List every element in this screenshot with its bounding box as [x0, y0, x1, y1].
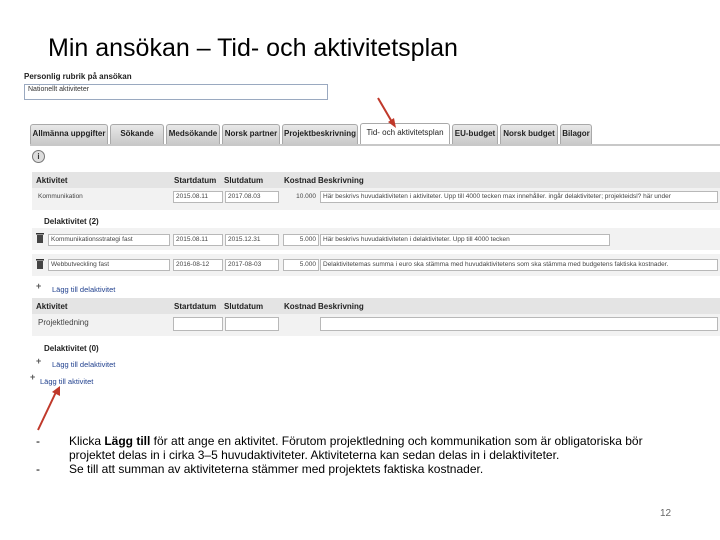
subactivity-header: Delaktivitet (0) [44, 344, 99, 353]
activity-start-input[interactable]: 2015.08.11 [173, 191, 223, 203]
plus-icon[interactable]: + [36, 281, 41, 291]
pointer-arrow-icon [377, 97, 396, 128]
activity-end-input[interactable]: 2017.08.03 [225, 191, 279, 203]
col-beskrivning: Beskrivning [318, 176, 364, 185]
tab-projektbeskrivning[interactable]: Projektbeskrivning [282, 124, 358, 144]
tab-medsokande[interactable]: Medsökande [166, 124, 220, 144]
personal-heading-label: Personlig rubrik på ansökan [24, 72, 132, 81]
instruction-item: - Klicka Lägg till för att ange en aktiv… [36, 434, 643, 462]
instruction-list: - Klicka Lägg till för att ange en aktiv… [36, 434, 676, 476]
activity-name[interactable]: Kommunikation [35, 191, 171, 203]
subactivity-start-input[interactable]: 2015.08.11 [173, 234, 223, 246]
info-icon[interactable]: i [32, 150, 45, 163]
tab-eu-budget[interactable]: EU-budget [452, 124, 498, 144]
trash-icon[interactable] [36, 233, 44, 243]
slide-title: Min ansökan – Tid- och aktivitetsplan [48, 34, 458, 62]
activity-cost: 10.000 [296, 193, 316, 200]
subactivity-name-input[interactable]: Webbutveckling fast [48, 259, 170, 271]
plus-icon[interactable]: + [36, 356, 41, 366]
subactivity-header: Delaktivitet (2) [44, 217, 99, 226]
col-slutdatum: Slutdatum [224, 176, 264, 185]
personal-heading-input[interactable]: Nationellt aktiviteter [24, 84, 328, 100]
col-startdatum: Startdatum [174, 176, 217, 185]
tab-allmanna-uppgifter[interactable]: Allmänna uppgifter [30, 124, 108, 144]
instruction-item: - Se till att summan av aktiviteterna st… [36, 462, 484, 476]
subactivity-name-input[interactable]: Kommunikationsstrategi fast [48, 234, 170, 246]
col-beskrivning: Beskrivning [318, 302, 364, 311]
activity-name[interactable]: Projektledning [35, 317, 171, 329]
activity-description-input[interactable]: Här beskrivs huvudaktiviteten i aktivite… [320, 191, 718, 203]
subactivity-description-input[interactable]: Här beskrivs huvudaktiviteten i delaktiv… [320, 234, 610, 246]
col-kostnad: Kostnad [284, 302, 316, 311]
subactivity-description-input[interactable]: Delaktivitetemas summa i euro ska stämma… [320, 259, 718, 271]
activity-header-row: Aktivitet Startdatum Slutdatum Kostnad B… [32, 172, 720, 188]
activity-description-input[interactable] [320, 317, 718, 331]
col-kostnad: Kostnad [284, 176, 316, 185]
col-slutdatum: Slutdatum [224, 302, 264, 311]
tab-norsk-budget[interactable]: Norsk budget [500, 124, 558, 144]
tab-norsk-partner[interactable]: Norsk partner [222, 124, 280, 144]
add-subactivity-link[interactable]: Lägg till delaktivitet [52, 285, 115, 294]
application-screenshot: Personlig rubrik på ansökan Nationellt a… [22, 70, 720, 390]
pointer-arrow-icon [37, 386, 60, 431]
activity-start-input[interactable] [173, 317, 223, 331]
subactivity-end-input[interactable]: 2017-08-03 [225, 259, 279, 271]
activity-header-row: Aktivitet Startdatum Slutdatum Kostnad B… [32, 298, 720, 314]
trash-icon[interactable] [36, 259, 44, 269]
add-subactivity-link[interactable]: Lägg till delaktivitet [52, 360, 115, 369]
page-number: 12 [660, 508, 672, 519]
tab-sokande[interactable]: Sökande [110, 124, 164, 144]
col-startdatum: Startdatum [174, 302, 217, 311]
subactivity-cost-input[interactable]: 5.000 [283, 234, 319, 246]
activity-end-input[interactable] [225, 317, 279, 331]
plus-icon[interactable]: + [30, 372, 35, 382]
tab-divider [30, 144, 720, 146]
tab-bilagor[interactable]: Bilagor [560, 124, 592, 144]
subactivity-cost-input[interactable]: 5.000 [283, 259, 319, 271]
subactivity-end-input[interactable]: 2015.12.31 [225, 234, 279, 246]
subactivity-start-input[interactable]: 2016-08-12 [173, 259, 223, 271]
col-aktivitet: Aktivitet [36, 302, 68, 311]
col-aktivitet: Aktivitet [36, 176, 68, 185]
